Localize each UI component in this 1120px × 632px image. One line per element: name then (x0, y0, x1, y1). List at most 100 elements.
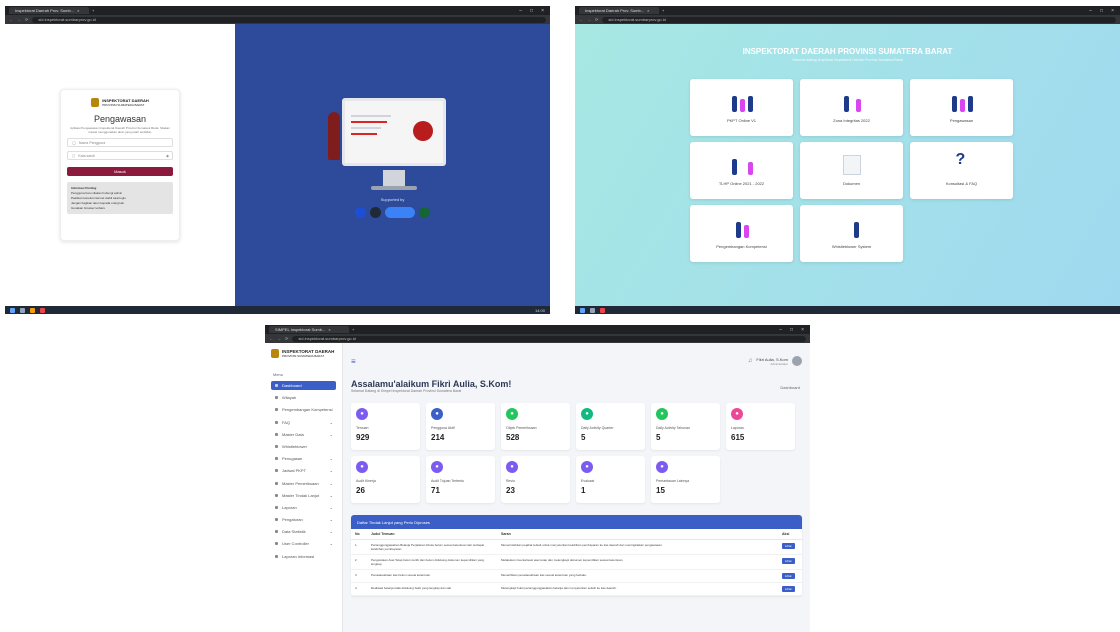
app-icon[interactable] (30, 307, 35, 313)
stat-card[interactable]: ● Temuan 929 (351, 403, 420, 450)
maximize-icon[interactable]: □ (530, 8, 533, 14)
stat-label: Audit Kinerja (356, 479, 376, 483)
chevron-down-icon: ⌄ (329, 419, 333, 425)
eye-icon[interactable]: ◉ (166, 154, 169, 158)
menu-card-pkpt[interactable]: PKPT Online V1 (690, 79, 793, 136)
user-role: Administrator (770, 361, 788, 366)
forward-icon[interactable]: → (17, 17, 21, 22)
tindak-lanjut-table: No Judul Temuan Saran Aksi 1 Pertanggungj… (351, 529, 802, 597)
stat-card[interactable]: ● Objek Pemeriksaan 528 (501, 403, 570, 450)
tab-title: SIMPEL Inspektorat Sumb... (275, 327, 326, 332)
sidebar-item[interactable]: Jadwal PKPT ⌄ (271, 466, 336, 475)
search-icon[interactable] (20, 307, 25, 313)
user-menu[interactable]: ♫ Fikri Aulia, S.Kom Administrator (748, 356, 802, 366)
sidebar-item[interactable]: Data Statistik ⌄ (271, 527, 336, 536)
stat-card[interactable]: ● Daily Activity Tahunan 5 (651, 403, 720, 450)
sidebar-item[interactable]: Penugasan ⌄ (271, 454, 336, 463)
sidebar-item[interactable]: User Controller ⌄ (271, 539, 336, 548)
avatar[interactable] (792, 356, 802, 366)
forward-icon[interactable]: → (277, 336, 281, 341)
back-icon[interactable]: ← (269, 336, 273, 341)
sidebar-item[interactable]: Laporan ⌄ (271, 503, 336, 512)
menu-card-kompetensi[interactable]: Pengembangan Kompetensi (690, 205, 793, 262)
browser-tab[interactable]: Inspektorat Daerah Prov. Sumb... × (9, 7, 89, 14)
stat-card[interactable]: ● Evaluasi 1 (576, 456, 645, 503)
view-button[interactable]: Lihat (782, 586, 795, 593)
close-icon[interactable]: × (647, 8, 649, 13)
address-bar[interactable]: sid.inspektorat.sumbarprov.go.id (32, 16, 546, 23)
maximize-icon[interactable]: □ (790, 327, 793, 333)
stat-card[interactable]: ● Pemantauan Lainnya 15 (651, 456, 720, 503)
menu-card-konsultasi[interactable]: ? Konsultasi & FAQ (910, 142, 1013, 199)
stat-card[interactable]: ● Laporan 615 (726, 403, 795, 450)
tab-title: Inspektorat Daerah Prov. Sumb... (585, 8, 645, 13)
menu-card-pengawasan[interactable]: Pengawasan (910, 79, 1013, 136)
sidebar-item[interactable]: Pengaturan ⌄ (271, 515, 336, 524)
column-header: Aksi (778, 529, 802, 540)
browser-tab[interactable]: Inspektorat Daerah Prov. Sumb... × (579, 7, 659, 14)
sidebar-item[interactable]: Pengembangan Kompetensi (271, 405, 336, 414)
view-button[interactable]: Lihat (782, 573, 795, 580)
minimize-icon[interactable]: – (1089, 8, 1092, 14)
menu-card-whistleblower[interactable]: Whistleblower System (800, 205, 903, 262)
windows-icon[interactable] (10, 307, 15, 313)
view-button[interactable]: Lihat (782, 543, 795, 550)
username-input[interactable]: ◯ Nama Pengguna (67, 138, 173, 148)
reload-icon[interactable]: ⟳ (595, 17, 598, 22)
minimize-icon[interactable]: – (779, 327, 782, 333)
stat-card[interactable]: ● Audit Tujuan Tertentu 71 (426, 456, 495, 503)
search-icon[interactable] (590, 307, 595, 313)
menu-card-label: Dokumen (842, 181, 861, 186)
sidebar-item[interactable]: Laporan Informasi (271, 552, 336, 561)
bell-icon[interactable]: ♫ (748, 358, 753, 364)
people-illustration-icon (946, 92, 978, 112)
sidebar-item[interactable]: FAQ ⌄ (271, 418, 336, 427)
forward-icon[interactable]: → (587, 17, 591, 22)
address-bar[interactable]: sid.inspektorat.sumbarprov.go.id (602, 16, 1116, 23)
close-window-icon[interactable]: × (1111, 8, 1114, 14)
new-tab-icon[interactable]: + (662, 8, 664, 13)
menu-item-icon (275, 493, 278, 497)
table-cell-no: 1 (351, 539, 367, 556)
new-tab-icon[interactable]: + (92, 8, 94, 13)
view-button[interactable]: Lihat (782, 558, 795, 565)
stat-icon: ● (731, 408, 743, 420)
close-window-icon[interactable]: × (801, 327, 804, 333)
close-icon[interactable]: × (328, 327, 330, 332)
password-input[interactable]: ▢ Kata sandi ◉ (67, 151, 173, 161)
sidebar-item[interactable]: Wilayah (271, 393, 336, 402)
sidebar-item[interactable]: Master Pemeriksaan ⌄ (271, 479, 336, 488)
back-icon[interactable]: ← (9, 17, 13, 22)
hamburger-icon[interactable]: ≡ (351, 357, 356, 366)
chrome-icon[interactable] (40, 307, 45, 313)
maximize-icon[interactable]: □ (1100, 8, 1103, 14)
sidebar-item[interactable]: Whistleblower (271, 442, 336, 451)
login-card: INSPEKTORAT DAERAH PROVINSI SUMATERA BAR… (60, 89, 180, 241)
sidebar-item[interactable]: Dashboard (271, 381, 336, 390)
stat-value: 1 (581, 486, 586, 495)
sidebar-item[interactable]: Master Data ⌄ (271, 430, 336, 439)
reload-icon[interactable]: ⟳ (285, 336, 288, 341)
reload-icon[interactable]: ⟳ (25, 17, 28, 22)
windows-icon[interactable] (580, 307, 585, 313)
browser-tab[interactable]: SIMPEL Inspektorat Sumb... × (269, 326, 349, 333)
chrome-icon[interactable] (600, 307, 605, 313)
menu-card-tlhp[interactable]: TLHP Online 2021 - 2022 (690, 142, 793, 199)
close-icon[interactable]: × (77, 8, 79, 13)
stat-card[interactable]: ● Audit Kinerja 26 (351, 456, 420, 503)
sidebar-item[interactable]: Master Tindak Lanjut ⌄ (271, 491, 336, 500)
close-window-icon[interactable]: × (541, 8, 544, 14)
menu-card-dokumen[interactable]: Dokumen (800, 142, 903, 199)
new-tab-icon[interactable]: + (352, 327, 354, 332)
stat-card[interactable]: ● Reviu 23 (501, 456, 570, 503)
menu-card-zona-integritas[interactable]: Zona Integritas 2022 (800, 79, 903, 136)
address-bar[interactable]: sid.inspektorat.sumbarprov.go.id (292, 335, 806, 342)
stat-card[interactable]: ● Daily Activity Quarter 5 (576, 403, 645, 450)
login-button[interactable]: Masuk (67, 167, 173, 177)
welcome-title: Assalamu'alaikum Fikri Aulia, S.Kom! (351, 379, 512, 389)
people-illustration-icon (726, 92, 758, 112)
back-icon[interactable]: ← (579, 17, 583, 22)
breadcrumb[interactable]: Dashboard (780, 385, 800, 390)
stat-card[interactable]: ● Pengguna Aktif 214 (426, 403, 495, 450)
minimize-icon[interactable]: – (519, 8, 522, 14)
